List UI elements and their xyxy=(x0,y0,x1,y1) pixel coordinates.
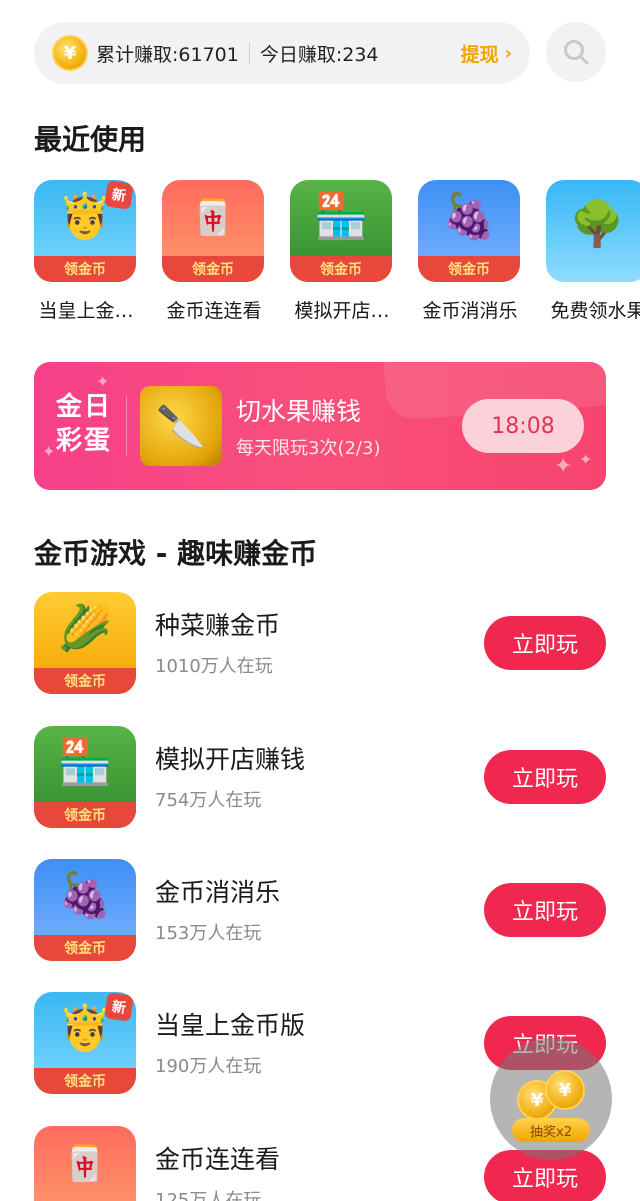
game-players: 190万人在玩 xyxy=(155,1056,262,1077)
sparkle-icon: ✦ xyxy=(96,372,110,391)
game-name: 模拟开店赚钱 xyxy=(155,745,306,774)
grape-icon: 🍇 领金币 xyxy=(418,180,520,282)
fruit-tree-icon: 🌳 xyxy=(569,199,625,250)
game-row[interactable]: 🍇 领金币 金币消消乐 153万人在玩 立即玩 xyxy=(34,859,606,963)
game-name: 当皇上金币版 xyxy=(155,1011,306,1040)
game-players: 1010万人在玩 xyxy=(155,656,273,677)
coin-band: 领金币 xyxy=(162,256,264,282)
new-tag: 新 xyxy=(104,992,134,1022)
lottery-float-button[interactable]: ¥ ¥ 抽奖x2 xyxy=(490,1038,612,1160)
corn-icon: 🌽 领金币 xyxy=(34,592,136,694)
coin-icon: ¥ xyxy=(52,35,88,71)
recent-item[interactable]: 🤴 新 领金币 当皇上金… xyxy=(34,180,138,323)
coin-band: 领金币 xyxy=(34,935,136,961)
game-players: 153万人在玩 xyxy=(155,923,262,944)
withdraw-button[interactable]: 提现 › xyxy=(461,22,512,84)
sparkle-icon: ✦ xyxy=(554,454,573,479)
game-players: 125万人在玩 xyxy=(155,1190,262,1201)
play-button[interactable]: 立即玩 xyxy=(484,883,606,937)
shop-icon: 🏪 领金币 xyxy=(290,180,392,282)
search-icon xyxy=(564,40,589,65)
earnings-bar[interactable]: ¥ 累计赚取:61701 今日赚取:234 提现 › xyxy=(34,22,530,84)
game-row[interactable]: 🌽 领金币 种菜赚金币 1010万人在玩 立即玩 xyxy=(34,592,606,696)
recent-item[interactable]: 🀄 领金币 金币连连看 xyxy=(162,180,266,323)
sparkle-icon: ✦ xyxy=(579,450,593,469)
shop-sign-icon: 🏪 xyxy=(313,191,369,242)
recent-section-title: 最近使用 xyxy=(34,123,147,156)
game-name: 金币消消乐 xyxy=(155,878,281,907)
grape-fruit-icon: 🍇 xyxy=(441,191,497,242)
play-button[interactable]: 立即玩 xyxy=(484,750,606,804)
grape-icon: 🍇 领金币 xyxy=(34,859,136,961)
mahjong-icon: 🀄 xyxy=(34,1126,136,1201)
game-players: 754万人在玩 xyxy=(155,790,262,811)
recent-item-label: 金币消消乐 xyxy=(422,300,518,322)
banner-subtitle: 每天限玩3次(2/3) xyxy=(236,438,381,459)
game-name: 种菜赚金币 xyxy=(155,611,281,640)
emperor-icon: 🤴 新 领金币 xyxy=(34,992,136,1094)
recent-item-label: 免费领水果 xyxy=(550,300,640,322)
recent-games-row[interactable]: 🤴 新 领金币 当皇上金… 🀄 领金币 金币连连看 🏪 领金币 模拟开店… 🍇 … xyxy=(34,180,640,330)
search-button[interactable] xyxy=(546,22,606,82)
game-name: 金币连连看 xyxy=(155,1145,281,1174)
recent-item-label: 模拟开店… xyxy=(294,300,390,322)
recent-item-label: 当皇上金… xyxy=(38,300,134,322)
today-earned-text: 今日赚取:234 xyxy=(259,43,379,66)
mahjong-tiles-icon: 🀄 xyxy=(63,1144,107,1184)
recent-item-label: 金币连连看 xyxy=(166,300,262,322)
corn-character-icon: 🌽 xyxy=(57,603,113,654)
banner-divider xyxy=(126,396,127,456)
daily-bonus-banner[interactable]: ✦ ✦ ✦ ✦ 金日彩蛋 🔪 切水果赚钱 每天限玩3次(2/3) 18:08 xyxy=(34,362,606,490)
recent-item[interactable]: 🍇 领金币 金币消消乐 xyxy=(418,180,522,323)
shop-sign-icon: 🏪 xyxy=(57,737,113,788)
grape-fruit-icon: 🍇 xyxy=(57,870,113,921)
recent-item[interactable]: 🌳 免费领水果 xyxy=(546,180,640,323)
coin-band: 领金币 xyxy=(34,668,136,694)
play-button[interactable]: 立即玩 xyxy=(484,616,606,670)
coin-band: 领金币 xyxy=(290,256,392,282)
shop-icon: 🏪 领金币 xyxy=(34,726,136,828)
coin-band: 领金币 xyxy=(34,256,136,282)
withdraw-label: 提现 xyxy=(460,43,499,66)
coin-icon: ¥ xyxy=(545,1070,585,1110)
games-section-title: 金币游戏 - 趣味赚金币 xyxy=(34,537,318,570)
divider xyxy=(248,42,250,64)
recent-item[interactable]: 🏪 领金币 模拟开店… xyxy=(290,180,394,323)
countdown-timer[interactable]: 18:08 xyxy=(462,399,584,453)
game-row[interactable]: 🏪 领金币 模拟开店赚钱 754万人在玩 立即玩 xyxy=(34,726,606,830)
emperor-icon: 🤴 新 领金币 xyxy=(34,180,136,282)
mahjong-icon: 🀄 领金币 xyxy=(162,180,264,282)
mahjong-tiles-icon: 🀄 xyxy=(191,198,235,238)
coin-band: 领金币 xyxy=(418,256,520,282)
new-tag: 新 xyxy=(104,180,134,210)
chevron-right-icon: › xyxy=(504,42,512,64)
lottery-label: 抽奖x2 xyxy=(512,1118,590,1142)
tree-icon: 🌳 xyxy=(546,180,640,282)
coin-band: 领金币 xyxy=(34,1068,136,1094)
banner-title: 切水果赚钱 xyxy=(236,397,362,426)
banner-tag: 金日彩蛋 xyxy=(55,392,112,456)
fruit-knife-icon: 🔪 xyxy=(140,386,222,466)
coin-band: 领金币 xyxy=(34,802,136,828)
total-earned-text: 累计赚取:61701 xyxy=(96,43,239,66)
